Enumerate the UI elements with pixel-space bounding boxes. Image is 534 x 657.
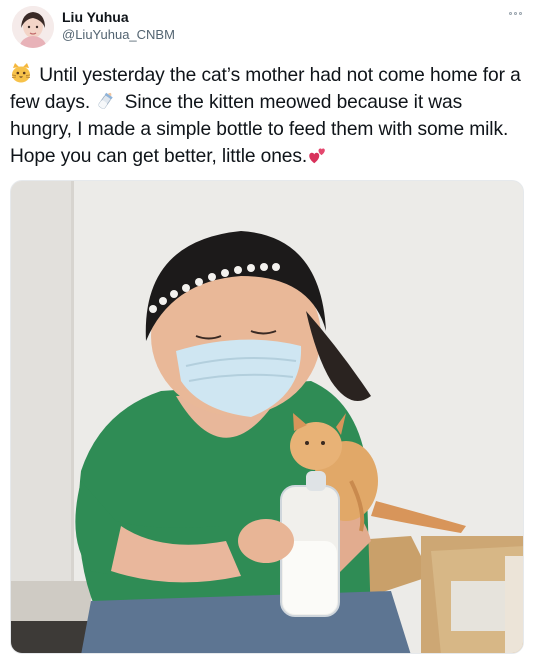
tweet-text: Until yesterday the cat’s mother had not… [10,62,526,170]
two-hearts-icon [309,148,325,164]
avatar[interactable] [12,6,54,48]
tweet-card[interactable]: Liu Yuhua @LiuYuhua_CNBM Until yesterday… [0,0,534,657]
tweet-photo[interactable] [10,180,524,654]
cat-face-icon [11,63,31,83]
more-options-icon[interactable] [506,6,524,20]
baby-bottle-icon [98,92,114,109]
woman-feeding-kitten-photo [11,181,523,653]
author-handle[interactable]: @LiuYuhua_CNBM [62,27,175,43]
author-name[interactable]: Liu Yuhua [62,9,129,25]
